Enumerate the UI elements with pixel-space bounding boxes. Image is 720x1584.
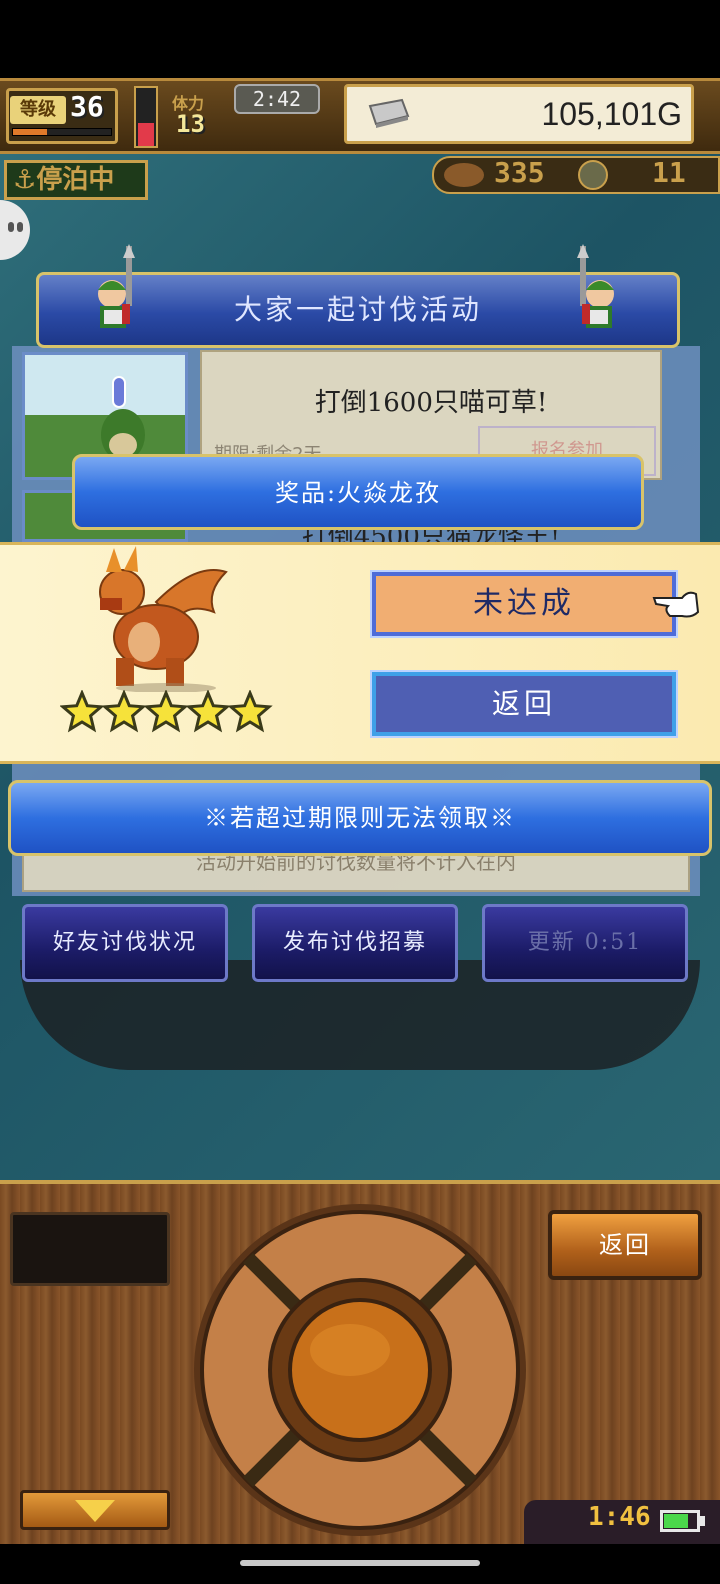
hand-pointer-icon bbox=[652, 591, 700, 618]
mission1-title: 打倒1600只喵可草! bbox=[314, 388, 548, 418]
star-rating bbox=[60, 690, 273, 733]
resource-b-value: 11 bbox=[652, 156, 686, 189]
battery-level bbox=[664, 1514, 688, 1528]
prize-title: 奖品:火焱龙孜 bbox=[274, 479, 442, 507]
fire-dragon-icon bbox=[99, 546, 228, 692]
level-value: 36 bbox=[70, 90, 104, 123]
stamina-timer: 2:42 bbox=[234, 84, 320, 114]
hp-gauge-fill bbox=[138, 122, 154, 146]
mini-screen bbox=[10, 1212, 170, 1286]
soldier-left-icon bbox=[98, 244, 135, 328]
system-status-area bbox=[0, 0, 720, 78]
unachieved-button[interactable]: 未达成 bbox=[370, 570, 678, 638]
handle-dot-icon bbox=[17, 222, 23, 232]
star-icon bbox=[227, 690, 273, 733]
refresh-button[interactable]: 更新 0:51 bbox=[482, 904, 688, 982]
medal-icon bbox=[578, 160, 608, 190]
home-indicator[interactable] bbox=[240, 1560, 480, 1566]
dock-status-badge: ⚓停泊中 bbox=[4, 160, 148, 200]
popup-back-button[interactable]: 返回 bbox=[370, 670, 678, 738]
star-icon bbox=[143, 690, 189, 733]
resource-a-value: 335 bbox=[494, 156, 545, 189]
resource-a-icon bbox=[444, 163, 484, 187]
friend-status-button[interactable]: 好友讨伐状况 bbox=[22, 904, 228, 982]
hp-gauge bbox=[134, 86, 158, 148]
star-icon bbox=[101, 690, 147, 733]
anchor-icon: ⚓ bbox=[13, 165, 37, 195]
exp-bar-fill bbox=[13, 129, 48, 135]
stamina-value: 13 bbox=[176, 110, 205, 138]
star-icon bbox=[60, 690, 105, 733]
notice-text: ※若超过期限则无法领取※ bbox=[204, 804, 516, 832]
star-icon bbox=[185, 690, 231, 733]
controller-back-button[interactable]: 返回 bbox=[548, 1210, 702, 1280]
dock-status-text: 停泊中 bbox=[36, 165, 115, 195]
silver-bar-icon bbox=[368, 98, 410, 128]
gold-value: 105,101G bbox=[541, 96, 682, 132]
publish-recruit-button[interactable]: 发布讨伐招募 bbox=[252, 904, 458, 982]
device-clock: 1:46 bbox=[588, 1502, 651, 1532]
arrow-down-icon bbox=[75, 1500, 115, 1522]
dpad[interactable] bbox=[190, 1200, 530, 1540]
level-label: 等级 bbox=[10, 96, 66, 124]
battery-tip bbox=[700, 1516, 705, 1526]
handle-dot-icon bbox=[8, 222, 14, 232]
soldier-right-icon bbox=[577, 244, 614, 328]
